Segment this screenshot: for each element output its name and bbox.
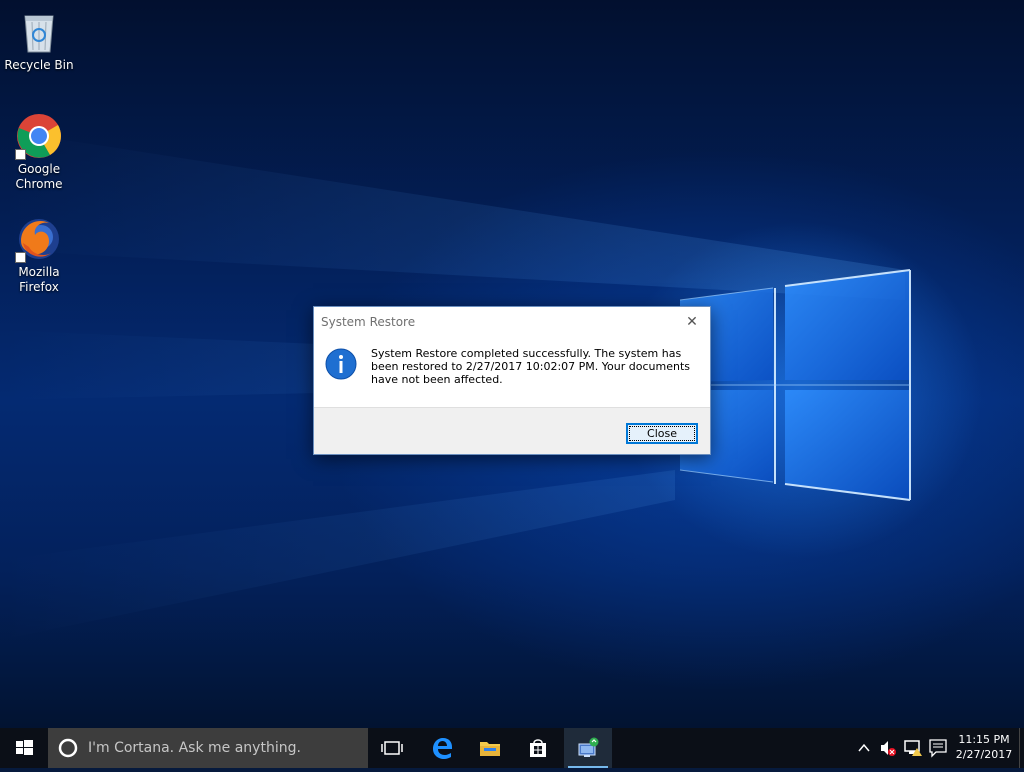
windows-start-icon bbox=[16, 740, 33, 755]
file-explorer-icon bbox=[480, 742, 500, 756]
edge-taskbar-button[interactable] bbox=[418, 728, 466, 768]
close-button[interactable]: Close bbox=[626, 423, 698, 444]
file-explorer-taskbar-button[interactable] bbox=[466, 728, 514, 768]
store-taskbar-button[interactable] bbox=[514, 728, 562, 768]
taskbar: I'm Cortana. Ask me anything. 11:15 PM 2… bbox=[0, 728, 1024, 768]
desktop-icon-label: Google Chrome bbox=[15, 162, 63, 191]
system-restore-taskbar-button[interactable] bbox=[564, 728, 612, 768]
desktop-icon-label: Recycle Bin bbox=[4, 58, 74, 72]
google-chrome-desktop-icon[interactable]: Google Chrome bbox=[1, 112, 77, 192]
cortana-search-box[interactable]: I'm Cortana. Ask me anything. bbox=[48, 728, 368, 768]
dialog-close-button[interactable]: ✕ bbox=[680, 312, 704, 332]
mozilla-firefox-desktop-icon[interactable]: Mozilla Firefox bbox=[1, 215, 77, 295]
shortcut-arrow-icon bbox=[15, 252, 26, 263]
recycle-bin-icon bbox=[24, 15, 54, 53]
dialog-message: System Restore completed successfully. T… bbox=[371, 347, 690, 386]
show-hidden-icons-chevron[interactable] bbox=[856, 728, 872, 768]
show-desktop-button[interactable] bbox=[1019, 728, 1024, 768]
information-icon bbox=[325, 348, 357, 380]
clock-date: 2/27/2017 bbox=[955, 748, 1013, 761]
cortana-icon bbox=[58, 738, 78, 758]
taskbar-clock[interactable]: 11:15 PM 2/27/2017 bbox=[950, 732, 1018, 762]
task-view-button[interactable] bbox=[368, 728, 416, 768]
dialog-button-bar: Close bbox=[314, 407, 710, 454]
desktop-icon-label: Mozilla Firefox bbox=[18, 265, 60, 294]
task-view-icon bbox=[381, 741, 403, 755]
dialog-title: System Restore bbox=[321, 315, 416, 329]
recycle-bin-desktop-icon[interactable]: Recycle Bin bbox=[1, 8, 77, 73]
search-placeholder: I'm Cortana. Ask me anything. bbox=[88, 740, 301, 756]
start-button[interactable] bbox=[0, 728, 48, 768]
edge-icon bbox=[433, 738, 452, 759]
system-restore-dialog: System Restore ✕ System Restore complete… bbox=[313, 306, 711, 455]
system-restore-icon bbox=[578, 737, 599, 757]
clock-time: 11:15 PM bbox=[958, 733, 1010, 746]
store-icon bbox=[530, 739, 546, 757]
network-warning-icon[interactable] bbox=[902, 728, 924, 768]
volume-muted-icon[interactable] bbox=[878, 728, 898, 768]
action-center-icon[interactable] bbox=[928, 728, 948, 768]
shortcut-arrow-icon bbox=[15, 149, 26, 160]
